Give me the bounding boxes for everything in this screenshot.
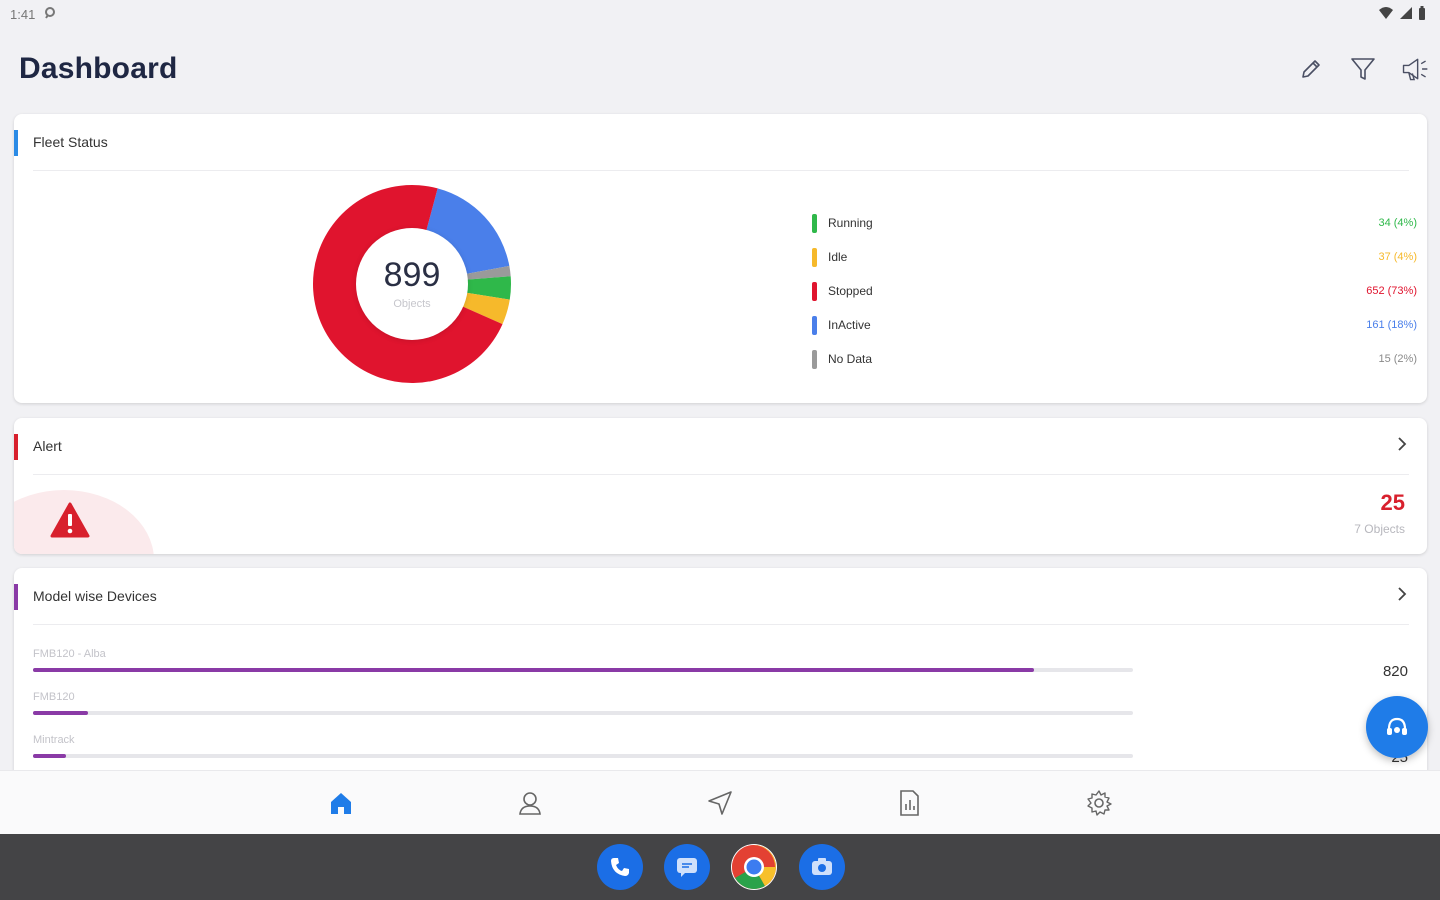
fleet-status-header: Fleet Status <box>14 114 1427 170</box>
user-pin-icon <box>519 792 541 815</box>
system-dock <box>0 834 1440 900</box>
fleet-legend: Running 34 (4%) Idle 37 (4%) Stopped 652… <box>812 206 1417 376</box>
status-time: 1:41 <box>10 6 36 22</box>
model-name: FMB120 <box>33 691 75 703</box>
nav-users[interactable] <box>514 787 546 819</box>
report-chart-icon <box>900 790 919 816</box>
model-count: 820 <box>1382 663 1408 680</box>
page-title: Dashboard <box>19 52 178 85</box>
donut-center: 899 Objects <box>356 228 468 340</box>
navigation-arrow-icon <box>708 791 732 815</box>
nav-settings[interactable] <box>1083 787 1115 819</box>
filter-icon <box>1351 58 1375 80</box>
divider <box>33 170 1409 171</box>
dock-messages[interactable] <box>664 844 710 890</box>
model-wise-title: Model wise Devices <box>33 588 157 604</box>
model-row[interactable]: FMB120 - Alba 820 <box>33 648 1408 680</box>
divider <box>33 474 1409 475</box>
announcements-button[interactable] <box>1400 54 1430 84</box>
model-wise-accent <box>14 584 18 610</box>
fleet-status-title: Fleet Status <box>33 134 108 150</box>
chevron-right-icon[interactable] <box>1395 436 1409 457</box>
legend-swatch <box>812 247 817 267</box>
dock-chrome[interactable] <box>731 844 777 890</box>
model-progress-fill <box>33 668 1034 672</box>
alert-count-block: 25 7 Objects <box>1354 490 1405 536</box>
battery-icon <box>1418 5 1426 23</box>
nav-reports[interactable] <box>893 787 925 819</box>
nav-tracking[interactable] <box>704 787 736 819</box>
alert-objects: 7 Objects <box>1354 522 1405 536</box>
legend-swatch <box>812 213 817 233</box>
legend-label: Idle <box>828 250 848 264</box>
legend-row-running[interactable]: Running 34 (4%) <box>812 206 1417 240</box>
signal-icon <box>1400 6 1412 22</box>
model-progress-fill <box>33 711 88 715</box>
legend-label: Stopped <box>828 284 873 298</box>
legend-swatch <box>812 315 817 335</box>
total-objects-label: Objects <box>393 298 431 310</box>
model-wise-devices-card[interactable]: Model wise Devices FMB120 - Alba 820 FMB… <box>14 568 1427 778</box>
legend-swatch <box>812 281 817 301</box>
filter-button[interactable] <box>1348 54 1378 84</box>
messages-icon <box>677 858 697 877</box>
dock-phone[interactable] <box>597 844 643 890</box>
legend-row-idle[interactable]: Idle 37 (4%) <box>812 240 1417 274</box>
legend-label: InActive <box>828 318 871 332</box>
total-objects-count: 899 <box>383 256 441 294</box>
notification-icon <box>43 6 57 23</box>
legend-row-inactive[interactable]: InActive 161 (18%) <box>812 308 1417 342</box>
legend-value: 15 (2%) <box>1378 353 1417 365</box>
alert-count: 25 <box>1380 490 1405 515</box>
settings-gear-icon <box>1087 790 1112 816</box>
legend-row-stopped[interactable]: Stopped 652 (73%) <box>812 274 1417 308</box>
legend-value: 37 (4%) <box>1378 251 1417 263</box>
warning-icon <box>50 502 90 543</box>
fleet-status-card: Fleet Status 899 Objects Running 34 (4%)… <box>14 114 1427 403</box>
legend-swatch <box>812 349 817 369</box>
alert-accent <box>14 434 18 460</box>
chrome-icon <box>732 845 776 889</box>
pencil-icon <box>1302 60 1320 78</box>
edit-button[interactable] <box>1296 54 1326 84</box>
camera-icon <box>812 858 832 875</box>
legend-label: Running <box>828 216 873 230</box>
support-chat-button[interactable] <box>1366 696 1428 758</box>
model-progress-track <box>33 668 1133 672</box>
app-header: Dashboard <box>0 28 1440 110</box>
model-row[interactable]: FMB120 <box>33 691 1408 715</box>
alert-title: Alert <box>33 438 62 454</box>
model-name: FMB120 - Alba <box>33 648 106 660</box>
divider <box>33 624 1409 625</box>
headset-icon <box>1387 717 1407 735</box>
bottom-navigation <box>0 770 1440 834</box>
legend-label: No Data <box>828 352 873 366</box>
chevron-right-icon[interactable] <box>1395 586 1409 607</box>
fleet-donut-chart[interactable]: 899 Objects <box>312 184 512 384</box>
alert-card[interactable]: Alert 25 7 Objects <box>14 418 1427 554</box>
model-row[interactable]: Mintrack 25 <box>33 734 1408 766</box>
legend-value: 34 (4%) <box>1378 217 1417 229</box>
alert-header: Alert <box>14 418 1427 474</box>
megaphone-icon <box>1402 58 1428 81</box>
home-icon <box>331 793 351 814</box>
system-status-bar: 1:41 <box>0 0 1440 28</box>
model-progress-fill <box>33 754 66 758</box>
dock-camera[interactable] <box>799 844 845 890</box>
legend-row-no-data[interactable]: No Data 15 (2%) <box>812 342 1417 376</box>
wifi-icon <box>1378 6 1394 23</box>
phone-icon <box>611 858 629 876</box>
model-progress-track <box>33 754 1133 758</box>
model-name: Mintrack <box>33 734 75 746</box>
legend-value: 161 (18%) <box>1366 319 1417 331</box>
fleet-status-accent <box>14 130 18 156</box>
legend-value: 652 (73%) <box>1366 285 1417 297</box>
model-progress-track <box>33 711 1133 715</box>
nav-home[interactable] <box>325 787 357 819</box>
model-wise-header: Model wise Devices <box>14 568 1427 624</box>
